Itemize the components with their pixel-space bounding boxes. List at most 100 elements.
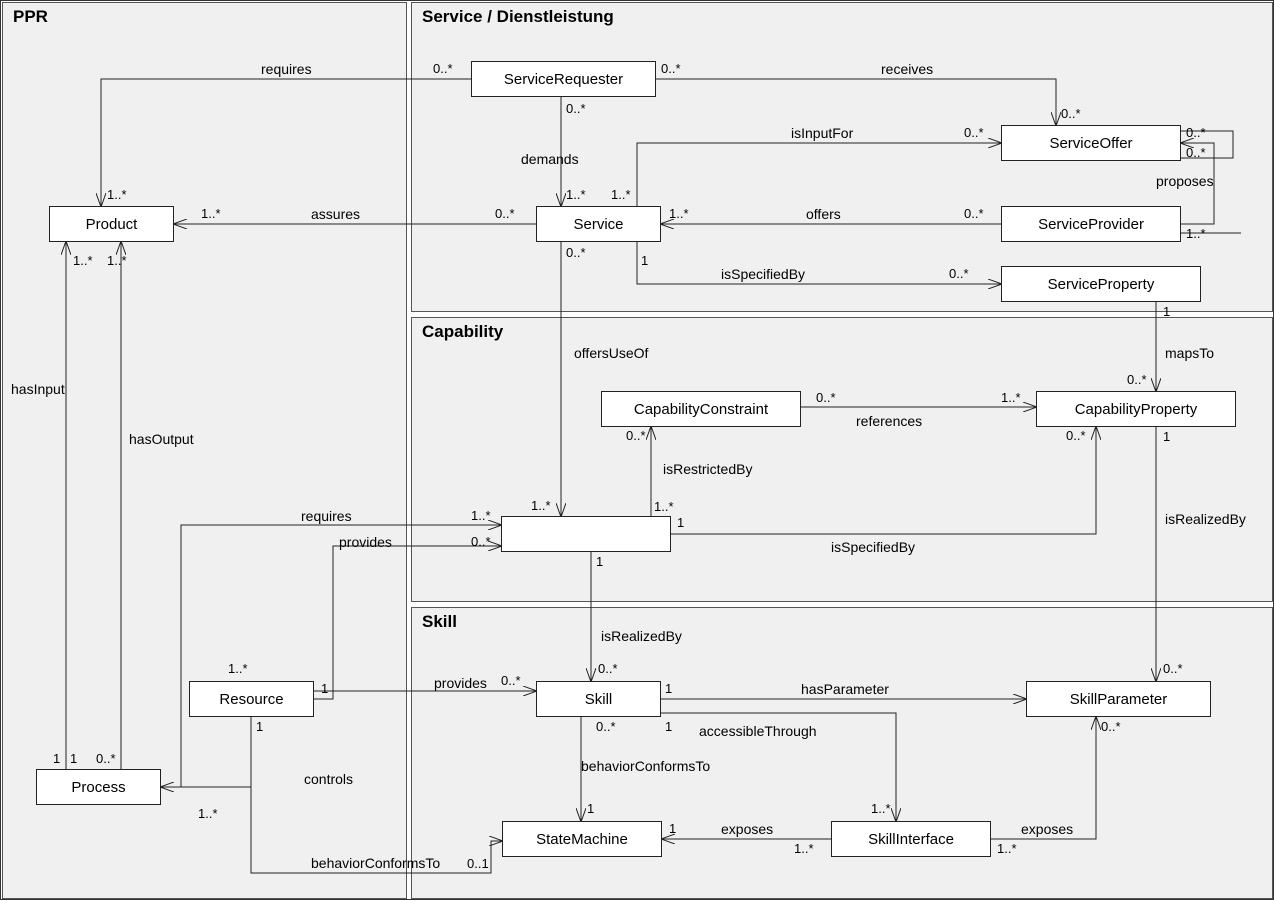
box-service-requester: ServiceRequester xyxy=(471,61,656,97)
lbl-references: references xyxy=(856,413,922,429)
mult: 0..* xyxy=(566,245,586,260)
mult: 0..* xyxy=(501,673,521,688)
box-service-property: ServiceProperty xyxy=(1001,266,1201,302)
package-title-ppr: PPR xyxy=(13,7,48,27)
box-skill-parameter: SkillParameter xyxy=(1026,681,1211,717)
mult: 0..* xyxy=(661,61,681,76)
box-service-offer: ServiceOffer xyxy=(1001,125,1181,161)
mult: 0..* xyxy=(816,390,836,405)
lbl-assures: assures xyxy=(311,206,360,222)
lbl-isSpecifiedBy1: isSpecifiedBy xyxy=(721,266,805,282)
mult: 1..* xyxy=(471,508,491,523)
package-title-service: Service / Dienstleistung xyxy=(422,7,614,27)
mult: 1..* xyxy=(611,187,631,202)
lbl-provides2: provides xyxy=(434,675,487,691)
mult: 1..* xyxy=(198,806,218,821)
box-process: Process xyxy=(36,769,161,805)
mult: 0..* xyxy=(495,206,515,221)
lbl-exposes1: exposes xyxy=(721,821,773,837)
box-resource: Resource xyxy=(189,681,314,717)
mult: 0..* xyxy=(626,428,646,443)
mult: 1..* xyxy=(1186,226,1206,241)
lbl-hasOutput: hasOutput xyxy=(129,431,194,447)
lbl-isSpecifiedBy2: isSpecifiedBy xyxy=(831,539,915,555)
box-service-provider: ServiceProvider xyxy=(1001,206,1181,242)
lbl-hasInput: hasInput xyxy=(11,381,65,397)
mult: 1 xyxy=(669,821,676,836)
mult: 1..* xyxy=(228,661,248,676)
mult: 1 xyxy=(1163,304,1170,319)
lbl-demands: demands xyxy=(521,151,579,167)
mult: 1..* xyxy=(997,841,1017,856)
lbl-provides1: provides xyxy=(339,534,392,550)
lbl-receives: receives xyxy=(881,61,933,77)
mult: 1..* xyxy=(654,499,674,514)
lbl-behaviorConformsTo1: behaviorConformsTo xyxy=(581,758,710,774)
mult: 1 xyxy=(70,751,77,766)
lbl-hasParameter: hasParameter xyxy=(801,681,889,697)
mult: 0..* xyxy=(566,101,586,116)
mult: 0..* xyxy=(596,719,616,734)
lbl-controls: controls xyxy=(304,771,353,787)
lbl-accessibleThrough: accessibleThrough xyxy=(699,723,817,739)
mult: 1 xyxy=(677,515,684,530)
lbl-exposes2: exposes xyxy=(1021,821,1073,837)
lbl-proposes: proposes xyxy=(1156,173,1214,189)
mult: 1 xyxy=(641,253,648,268)
package-title-capability: Capability xyxy=(422,322,503,342)
mult: 0..* xyxy=(1186,145,1206,160)
package-ppr: PPR xyxy=(2,2,407,899)
lbl-requires1: requires xyxy=(261,61,312,77)
mult: 1..* xyxy=(107,253,127,268)
mult: 0..* xyxy=(471,534,491,549)
lbl-behaviorConformsTo2: behaviorConformsTo xyxy=(311,855,440,871)
box-state-machine: StateMachine xyxy=(502,821,662,857)
box-service: Service xyxy=(536,206,661,242)
mult: 1..* xyxy=(107,187,127,202)
mult: 1..* xyxy=(566,187,586,202)
mult: 1 xyxy=(665,719,672,734)
mult: 1 xyxy=(256,719,263,734)
lbl-requires2: requires xyxy=(301,508,352,524)
mult: 1..* xyxy=(201,206,221,221)
mult: 1..* xyxy=(1001,390,1021,405)
box-capability-constraint: CapabilityConstraint xyxy=(601,391,801,427)
mult: 1 xyxy=(1163,429,1170,444)
lbl-isInputFor: isInputFor xyxy=(791,125,853,141)
lbl-isRestrictedBy: isRestrictedBy xyxy=(663,461,752,477)
box-skill: Skill xyxy=(536,681,661,717)
mult: 1 xyxy=(587,801,594,816)
mult: 0..* xyxy=(1127,372,1147,387)
lbl-mapsTo: mapsTo xyxy=(1165,345,1214,361)
package-capability: Capability xyxy=(411,317,1273,602)
mult: 1 xyxy=(665,681,672,696)
mult: 1 xyxy=(596,554,603,569)
mult: 0..* xyxy=(964,206,984,221)
mult: 0..* xyxy=(1163,661,1183,676)
mult: 1..* xyxy=(871,801,891,816)
mult: 1..* xyxy=(669,206,689,221)
mult: 0..* xyxy=(433,61,453,76)
mult: 0..* xyxy=(598,661,618,676)
mult: 1..* xyxy=(73,253,93,268)
box-capability-property: CapabilityProperty xyxy=(1036,391,1236,427)
mult: 0..* xyxy=(964,125,984,140)
mult: 1..* xyxy=(794,841,814,856)
box-capability xyxy=(501,516,671,552)
lbl-offersUseOf: offersUseOf xyxy=(574,345,648,361)
mult: 0..1 xyxy=(467,856,489,871)
lbl-isRealizedBy2: isRealizedBy xyxy=(601,628,682,644)
mult: 0..* xyxy=(96,751,116,766)
mult: 0..* xyxy=(1186,125,1206,140)
mult: 1..* xyxy=(531,498,551,513)
lbl-offers: offers xyxy=(806,206,841,222)
lbl-isRealizedBy1: isRealizedBy xyxy=(1165,511,1246,527)
mult: 1 xyxy=(321,681,328,696)
box-product: Product xyxy=(49,206,174,242)
box-skill-interface: SkillInterface xyxy=(831,821,991,857)
diagram-canvas: PPR Service / Dienstleistung Capability … xyxy=(0,0,1274,900)
mult: 0..* xyxy=(949,266,969,281)
mult: 1 xyxy=(53,751,60,766)
mult: 0..* xyxy=(1066,428,1086,443)
mult: 0..* xyxy=(1061,106,1081,121)
